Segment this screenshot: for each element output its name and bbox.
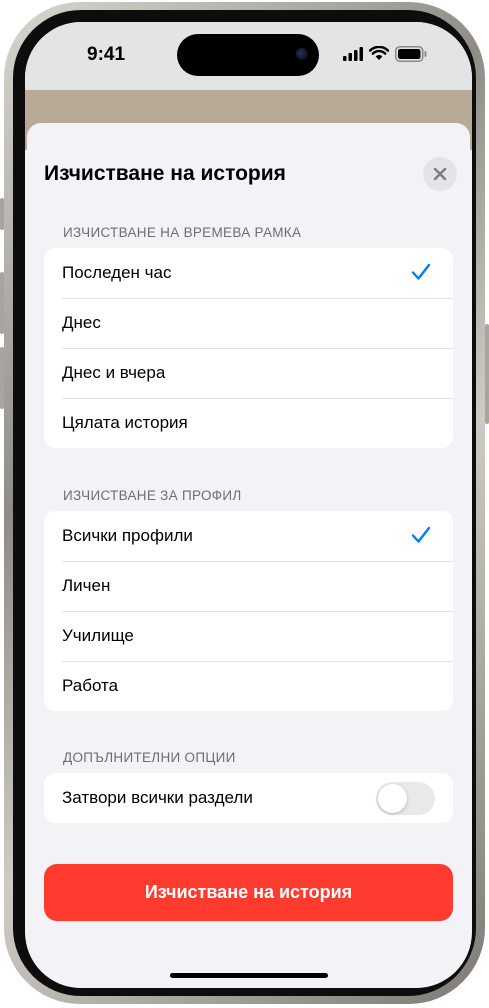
status-time: 9:41	[87, 44, 126, 65]
section-header-timeframe: ИЗЧИСТВАНЕ НА ВРЕМЕВА РАМКА	[63, 225, 302, 240]
wifi-icon	[369, 46, 389, 60]
clear-history-button[interactable]: Изчистване на история	[44, 864, 453, 921]
profile-option-all-profiles[interactable]: Всички профили	[44, 511, 453, 561]
option-label: Затвори всички раздели	[62, 788, 253, 807]
profile-group: Всички профили Личен Училище Работа	[44, 511, 453, 711]
sheet-title: Изчистване на история	[44, 162, 286, 185]
side-button-action	[0, 198, 4, 230]
profile-option-work[interactable]: Работа	[44, 661, 453, 711]
phone-frame: 9:41 Изчистване на история ИЗЧИСТВАНЕ НА…	[0, 2, 489, 1004]
close-all-tabs-row: Затвори всички раздели	[44, 773, 453, 823]
close-all-tabs-toggle[interactable]	[376, 782, 435, 815]
option-label: Днес	[62, 313, 101, 332]
option-label: Всички профили	[62, 526, 193, 545]
option-label: Цялата история	[62, 413, 188, 432]
profile-option-personal[interactable]: Личен	[44, 561, 453, 611]
option-label: Личен	[62, 576, 111, 595]
side-button-volume-up	[0, 272, 4, 334]
option-label: Работа	[62, 676, 119, 695]
timeframe-option-last-hour[interactable]: Последен час	[44, 248, 453, 298]
camera-icon	[296, 48, 308, 60]
option-label: Последен час	[62, 263, 172, 282]
cellular-signal-icon	[343, 47, 363, 61]
timeframe-option-all-history[interactable]: Цялата история	[44, 398, 453, 448]
home-indicator	[170, 973, 328, 978]
section-header-profile: ИЗЧИСТВАНЕ ЗА ПРОФИЛ	[63, 488, 242, 503]
phone-screen: 9:41 Изчистване на история ИЗЧИСТВАНЕ НА…	[25, 22, 472, 988]
additional-options-group: Затвори всички раздели	[44, 773, 453, 823]
checkmark-icon	[411, 263, 431, 280]
status-bar: 9:41	[25, 22, 472, 90]
phone-bezel: 9:41 Изчистване на история ИЗЧИСТВАНЕ НА…	[13, 10, 476, 996]
checkmark-icon	[411, 526, 431, 543]
section-header-additional: ДОПЪЛНИТЕЛНИ ОПЦИИ	[63, 750, 236, 765]
battery-icon	[395, 46, 427, 62]
timeframe-option-today-yesterday[interactable]: Днес и вчера	[44, 348, 453, 398]
toggle-knob	[378, 784, 407, 813]
dynamic-island	[177, 34, 319, 76]
side-button-power	[485, 324, 489, 424]
clear-history-sheet: Изчистване на история ИЗЧИСТВАНЕ НА ВРЕМ…	[27, 123, 470, 988]
option-label: Училище	[62, 626, 134, 645]
timeframe-group: Последен час Днес Днес и вчера Цялата ис…	[44, 248, 453, 448]
side-button-volume-down	[0, 347, 4, 409]
option-label: Днес и вчера	[62, 363, 166, 382]
close-button[interactable]	[423, 157, 457, 191]
profile-option-school[interactable]: Училище	[44, 611, 453, 661]
timeframe-option-today[interactable]: Днес	[44, 298, 453, 348]
close-icon	[433, 167, 447, 181]
